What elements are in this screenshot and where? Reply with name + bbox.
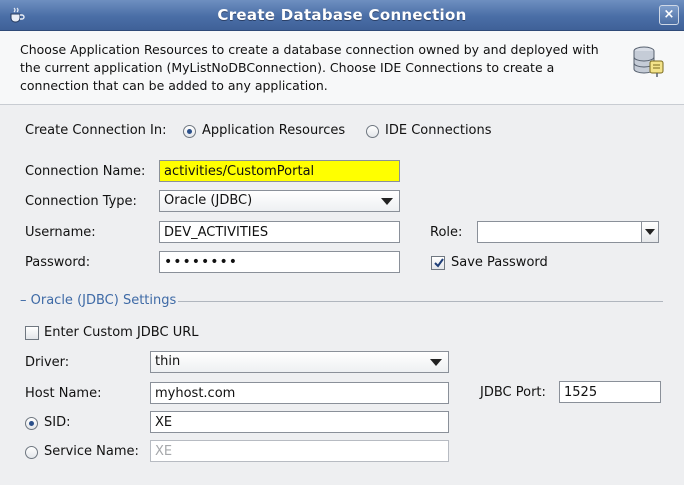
- chevron-down-icon: [381, 198, 393, 205]
- username-input[interactable]: [159, 221, 400, 243]
- custom-jdbc-url-checkbox[interactable]: [25, 326, 39, 340]
- connection-type-select[interactable]: Oracle (JDBC): [159, 190, 400, 212]
- save-password-label[interactable]: Save Password: [451, 255, 548, 270]
- radio-service-name[interactable]: [25, 446, 38, 459]
- driver-value: thin: [155, 354, 181, 369]
- service-name-label[interactable]: Service Name:: [44, 444, 139, 459]
- create-in-label: Create Connection In:: [25, 123, 167, 138]
- role-select[interactable]: [477, 221, 659, 243]
- password-label: Password:: [25, 255, 91, 270]
- chevron-down-icon: [430, 359, 442, 366]
- window-title: Create Database Connection: [217, 6, 467, 24]
- check-icon: [434, 258, 444, 268]
- password-input[interactable]: ••••••••: [159, 251, 400, 273]
- driver-label: Driver:: [25, 355, 70, 370]
- username-label: Username:: [25, 225, 96, 240]
- title-bar: Create Database Connection ×: [0, 0, 684, 31]
- save-password-checkbox[interactable]: [431, 256, 445, 270]
- role-dropdown-button[interactable]: [641, 222, 658, 242]
- header-panel: Choose Application Resources to create a…: [0, 31, 684, 105]
- close-button[interactable]: ×: [659, 5, 679, 25]
- chevron-down-icon: [645, 229, 655, 235]
- create-database-connection-dialog: Create Database Connection × Choose Appl…: [0, 0, 684, 485]
- jdbc-port-input[interactable]: [559, 381, 661, 403]
- section-divider: [178, 301, 663, 302]
- service-name-input: [150, 440, 449, 462]
- role-label: Role:: [430, 225, 463, 240]
- sid-label[interactable]: SID:: [44, 415, 70, 430]
- database-connection-icon: [630, 43, 666, 79]
- radio-ide-connections[interactable]: [366, 125, 379, 138]
- connection-name-input[interactable]: [159, 160, 400, 182]
- sid-input[interactable]: [150, 411, 449, 433]
- radio-sid[interactable]: [25, 417, 38, 430]
- host-name-label: Host Name:: [25, 386, 102, 401]
- driver-select[interactable]: thin: [150, 351, 449, 373]
- connection-type-label: Connection Type:: [25, 194, 137, 209]
- ide-connections-label[interactable]: IDE Connections: [385, 123, 492, 138]
- application-resources-label[interactable]: Application Resources: [202, 123, 345, 138]
- connection-type-value: Oracle (JDBC): [164, 193, 253, 208]
- jdbc-port-label: JDBC Port:: [480, 385, 546, 400]
- oracle-settings-section-title: – Oracle (JDBC) Settings: [20, 293, 177, 308]
- radio-application-resources[interactable]: [183, 125, 196, 138]
- connection-name-label: Connection Name:: [25, 164, 146, 179]
- custom-jdbc-url-label[interactable]: Enter Custom JDBC URL: [44, 325, 199, 340]
- host-name-input[interactable]: [150, 382, 449, 404]
- header-description: Choose Application Resources to create a…: [20, 42, 599, 93]
